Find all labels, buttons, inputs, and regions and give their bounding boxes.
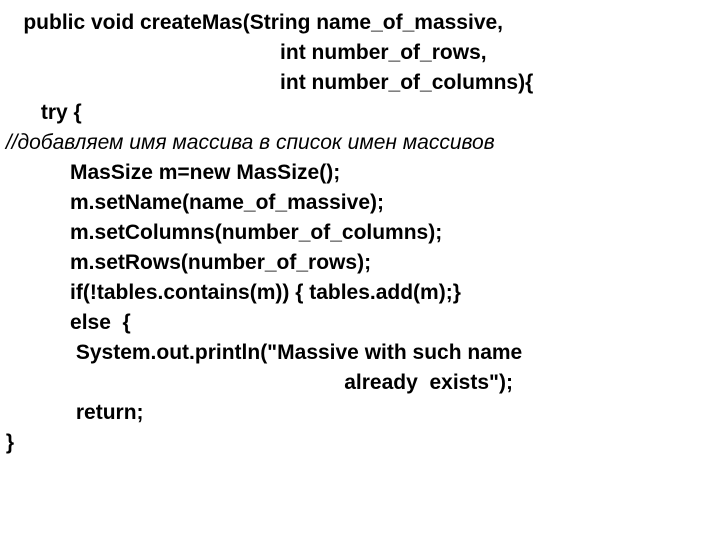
code-line-10: if(!tables.contains(m)) { tables.add(m);…: [0, 278, 720, 308]
code-line-1: public void createMas(String name_of_mas…: [0, 8, 720, 38]
code-line-15: }: [0, 428, 720, 458]
code-line-14: return;: [0, 398, 720, 428]
code-line-7: m.setName(name_of_massive);: [0, 188, 720, 218]
code-line-6: MasSize m=new MasSize();: [0, 158, 720, 188]
code-line-2: int number_of_rows,: [0, 38, 720, 68]
code-line-8: m.setColumns(number_of_columns);: [0, 218, 720, 248]
code-line-13: already exists");: [0, 368, 720, 398]
code-line-4: try {: [0, 98, 720, 128]
code-line-12: System.out.println("Massive with such na…: [0, 338, 720, 368]
code-comment-line: //добавляем имя массива в список имен ма…: [0, 128, 720, 158]
code-line-11: else {: [0, 308, 720, 338]
code-line-3: int number_of_columns){: [0, 68, 720, 98]
code-line-9: m.setRows(number_of_rows);: [0, 248, 720, 278]
